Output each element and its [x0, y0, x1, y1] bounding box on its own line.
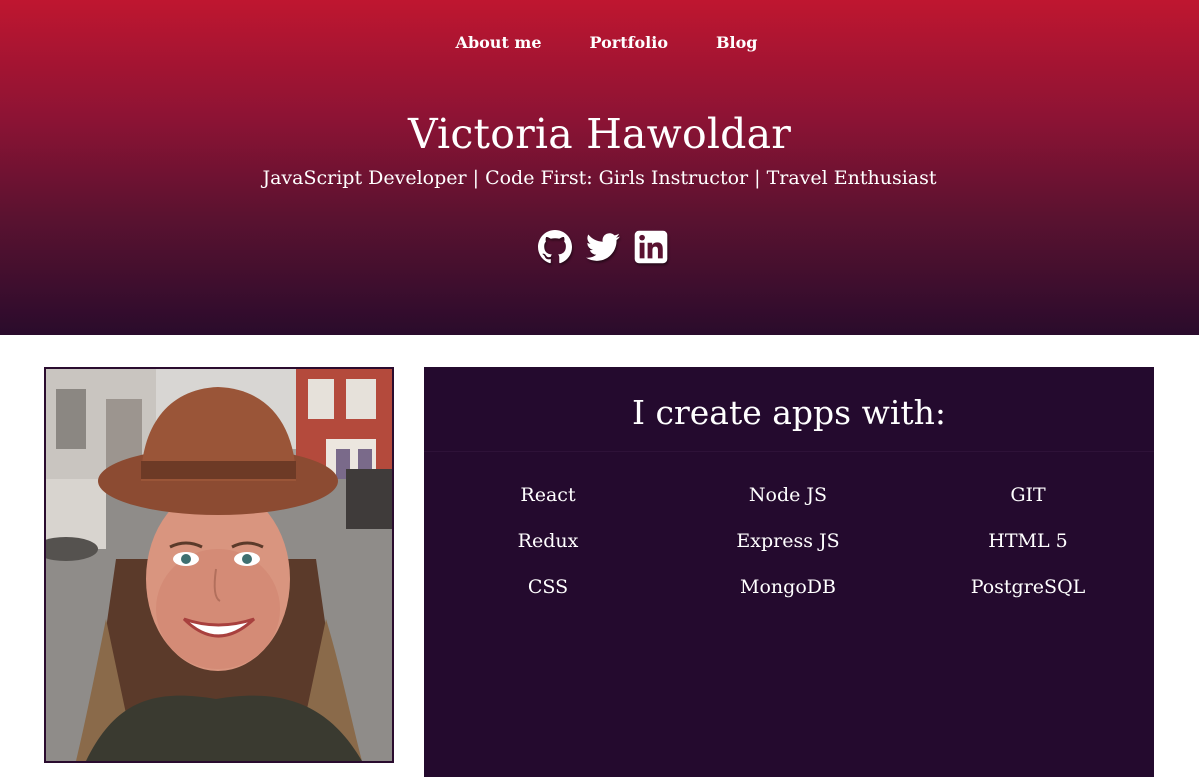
skill-item: HTML 5 [988, 530, 1068, 552]
twitter-icon[interactable] [585, 230, 620, 264]
linkedin-icon[interactable] [634, 230, 668, 264]
header: About me Portfolio Blog Victoria Hawolda… [0, 0, 1199, 335]
nav-about-me[interactable]: About me [456, 33, 542, 52]
skill-item: Redux [517, 530, 579, 552]
nav-portfolio[interactable]: Portfolio [590, 33, 668, 52]
skill-item: React [520, 484, 576, 506]
social-links [0, 230, 1199, 264]
skills-panel: I create apps with: React Node JS GIT Re… [424, 367, 1154, 777]
main-nav: About me Portfolio Blog [0, 33, 1199, 52]
profile-photo [44, 367, 394, 763]
skill-item: Node JS [748, 484, 828, 506]
skills-list: React Node JS GIT Redux Express JS HTML … [428, 483, 1148, 599]
tagline: JavaScript Developer | Code First: Girls… [262, 167, 937, 189]
skill-item: CSS [527, 576, 569, 598]
skill-item: MongoDB [740, 576, 836, 598]
page-title: Victoria Hawoldar [407, 110, 792, 158]
skills-title: I create apps with: [631, 393, 947, 432]
divider [424, 451, 1154, 452]
skill-item: GIT [1010, 484, 1046, 506]
skill-item: Express JS [736, 530, 840, 552]
github-icon[interactable] [537, 230, 572, 264]
nav-blog[interactable]: Blog [716, 33, 757, 52]
skill-item: PostgreSQL [970, 576, 1086, 598]
profile-photo-illustration [46, 369, 392, 761]
